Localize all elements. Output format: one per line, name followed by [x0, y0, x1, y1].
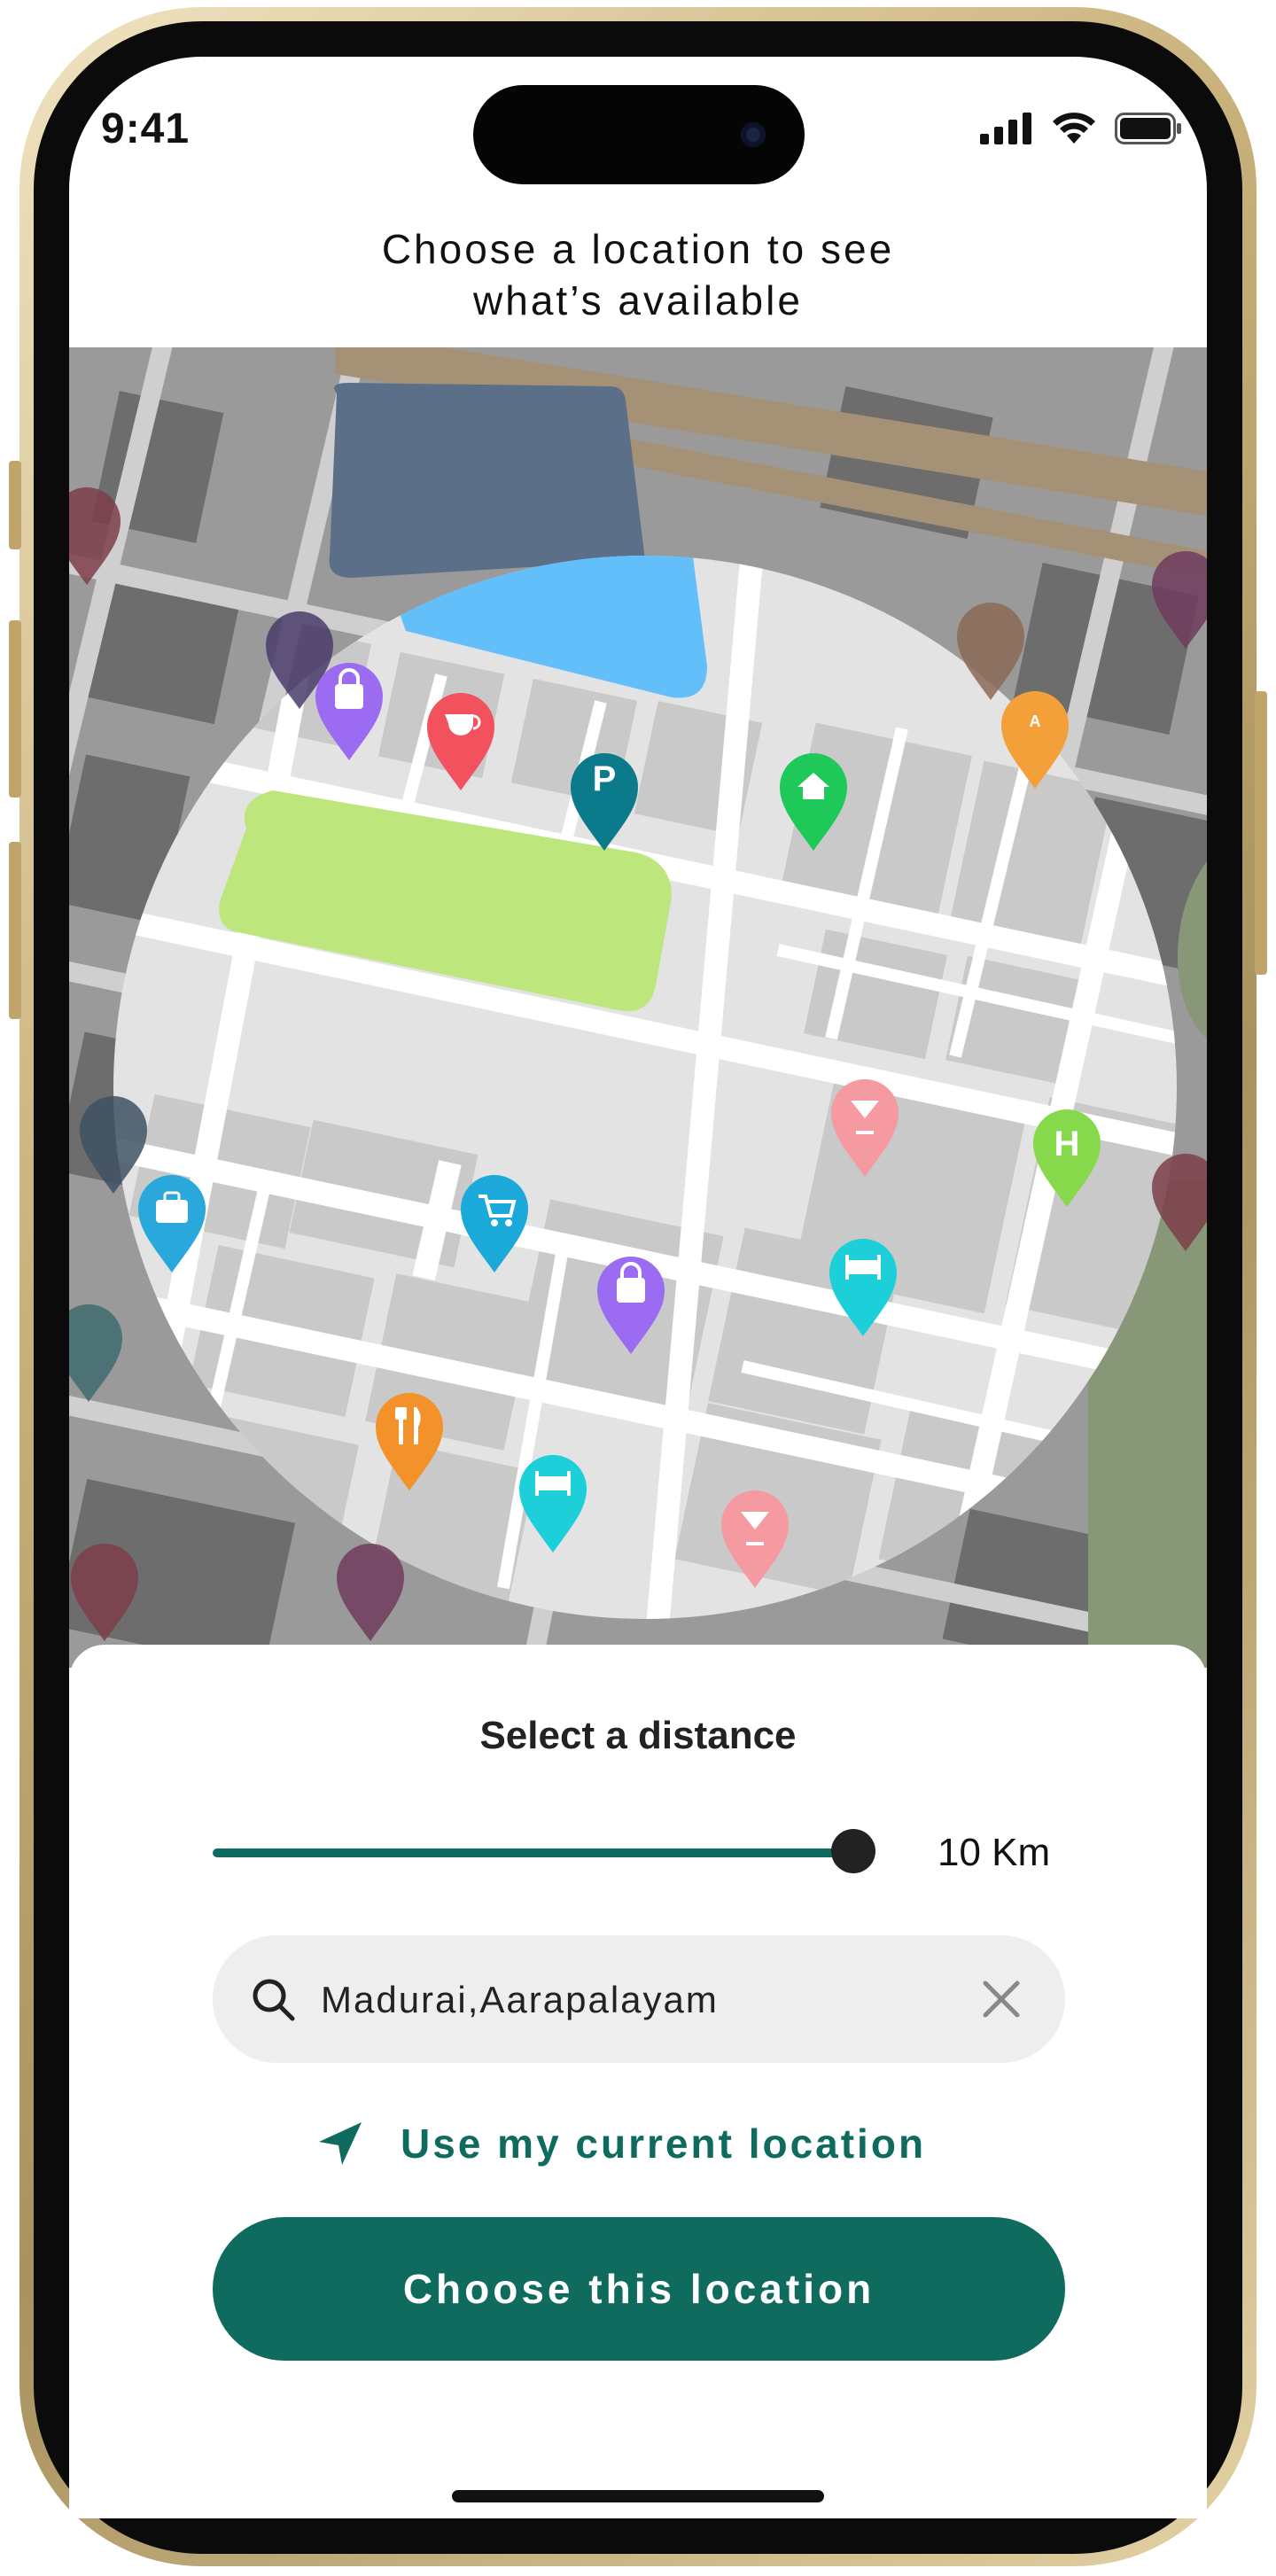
distance-slider-thumb[interactable]: [831, 1829, 875, 1873]
status-icons: [980, 112, 1182, 145]
side-button: [1255, 691, 1267, 975]
use-current-location-label: Use my current location: [401, 2121, 927, 2167]
bag-icon: [617, 1278, 645, 1303]
close-icon[interactable]: [976, 1974, 1026, 2024]
page-title-line2: what’s available: [473, 277, 803, 323]
home-indicator[interactable]: [452, 2490, 824, 2502]
side-button: [9, 620, 21, 798]
choose-location-label: Choose this location: [402, 2266, 875, 2312]
parking-icon: P: [593, 759, 617, 798]
distance-value: 10 Km: [938, 1831, 1051, 1874]
distance-slider-track[interactable]: [213, 1848, 851, 1857]
hotel-icon: [537, 1476, 569, 1490]
side-button: [9, 842, 21, 1019]
bag-icon: [335, 684, 363, 709]
signal-icon: [980, 113, 1031, 144]
distance-title: Select a distance: [479, 1714, 797, 1757]
page-title: Choose a location to see what’s availabl…: [0, 223, 1276, 326]
side-button: [9, 461, 21, 549]
map-canvas: P H A: [42, 327, 1224, 1679]
search-icon: [253, 1979, 295, 2021]
bottom-sheet: [69, 1645, 1207, 2518]
search-field[interactable]: [213, 1935, 1065, 2063]
status-time: 9:41: [101, 105, 191, 152]
hospital-icon: H: [1054, 1125, 1080, 1163]
camera-icon: [741, 122, 766, 147]
hotel-icon: [847, 1260, 879, 1274]
wifi-icon: [1053, 113, 1095, 144]
dynamic-island: [473, 85, 805, 184]
search-input[interactable]: [319, 1971, 943, 2029]
map-view[interactable]: P H A: [42, 327, 1224, 1679]
navigation-arrow-icon: [319, 2122, 362, 2165]
atm-icon: A: [1030, 712, 1041, 730]
choose-location-button[interactable]: Choose this location: [213, 2217, 1065, 2361]
briefcase-icon: [156, 1200, 188, 1223]
battery-icon: [1115, 113, 1181, 144]
use-current-location-link[interactable]: Use my current location: [315, 2113, 926, 2175]
page-title-line1: Choose a location to see: [381, 226, 895, 272]
